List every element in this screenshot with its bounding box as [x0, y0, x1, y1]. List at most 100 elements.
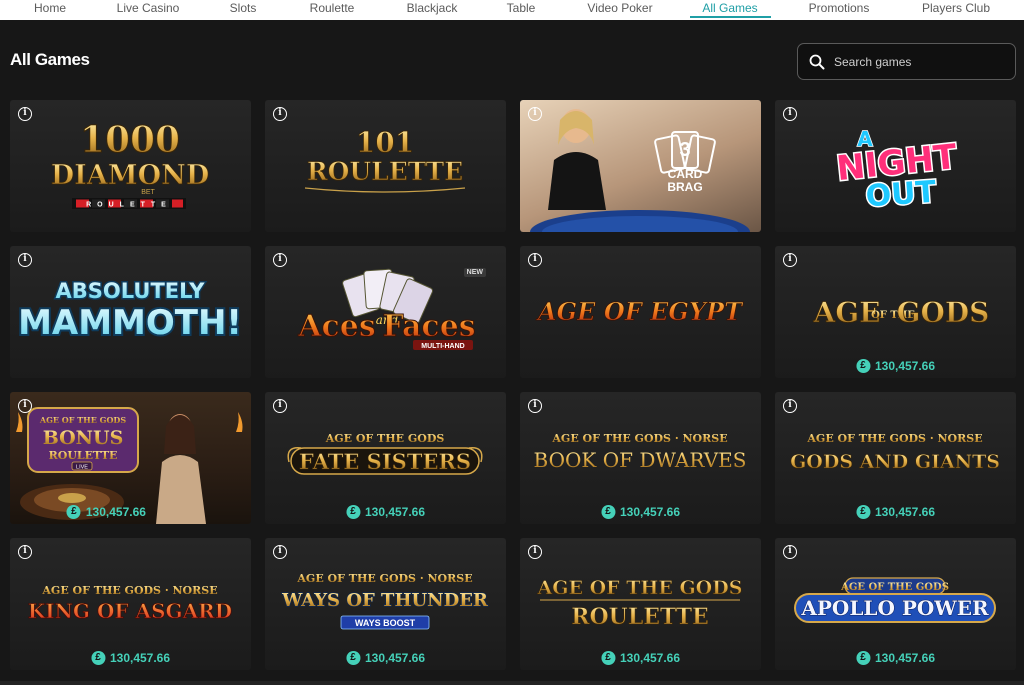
- game-tile-age-of-the-gods-bonus-roulette[interactable]: i AGE OF THE GODS BONUS ROULETTE LIVE £ …: [10, 392, 251, 524]
- jackpot-value: 130,457.66: [619, 651, 681, 665]
- game-tile-absolutely-mammoth[interactable]: i ABSOLUTELY MAMMOTH!: [10, 246, 251, 378]
- pound-coin-icon: £: [345, 651, 360, 665]
- info-icon[interactable]: i: [783, 253, 797, 267]
- game-tile-1000-diamond-bet-roulette[interactable]: i 1000 DIAMOND BET ROULETTE: [10, 100, 251, 232]
- logo-text: LIVE: [76, 465, 88, 471]
- new-badge: NEW: [463, 268, 486, 277]
- game-tile-age-of-the-gods[interactable]: i AGE OF THE GODS £ 130,457.66: [775, 246, 1016, 378]
- info-icon[interactable]: i: [783, 107, 797, 121]
- game-tile-gods-and-giants[interactable]: i AGE OF THE GODS · NORSE GODS AND GIANT…: [775, 392, 1016, 524]
- nav-item-table[interactable]: Table: [507, 0, 536, 18]
- logo-text: AGE OF THE GODS: [325, 432, 445, 445]
- game-tile-king-of-asgard[interactable]: i AGE OF THE GODS · NORSE KING OF ASGARD…: [10, 538, 251, 670]
- logo-text: Aces: [297, 309, 376, 344]
- logo-text: AGE OF THE GODS · NORSE: [551, 432, 727, 445]
- logo-text: BRAG: [667, 180, 702, 194]
- torch-flame-icon: [236, 412, 243, 432]
- game-tile-book-of-dwarves[interactable]: i AGE OF THE GODS · NORSE BOOK OF DWARVE…: [520, 392, 761, 524]
- game-tile-age-of-the-gods-roulette[interactable]: i AGE OF THE GODS ROULETTE £ 130,457.66: [520, 538, 761, 670]
- game-tile-3-card-brag[interactable]: i 3 CARD BRAG: [520, 100, 761, 232]
- logo-text: APOLLO POWER: [800, 596, 989, 620]
- jackpot-amount: £ 130,457.66: [855, 651, 936, 665]
- game-tile-a-night-out[interactable]: i A NIGHT OUT: [775, 100, 1016, 232]
- pound-coin-icon: £: [600, 505, 615, 519]
- pound-coin-icon: £: [855, 359, 870, 373]
- jackpot-amount: £ 130,457.66: [90, 651, 171, 665]
- next-row-edge: [0, 681, 1024, 685]
- nav-item-roulette[interactable]: Roulette: [310, 0, 355, 18]
- logo-text: AGE OF THE GODS: [537, 577, 743, 599]
- info-icon[interactable]: i: [528, 545, 542, 559]
- nav-item-blackjack[interactable]: Blackjack: [407, 0, 458, 18]
- nav-item-video-poker[interactable]: Video Poker: [587, 0, 652, 18]
- info-icon[interactable]: i: [18, 253, 32, 267]
- logo-text: GODS AND GIANTS: [790, 451, 1000, 473]
- game-tile-ways-of-thunder[interactable]: i AGE OF THE GODS · NORSE WAYS OF THUNDE…: [265, 538, 506, 670]
- nav-item-promotions[interactable]: Promotions: [809, 0, 870, 18]
- nav-item-slots[interactable]: Slots: [230, 0, 257, 18]
- logo-text: AGE OF EGYPT: [536, 297, 744, 326]
- active-tab-indicator: [690, 16, 771, 18]
- logo-text: 1000: [80, 119, 180, 161]
- jackpot-amount: £ 130,457.66: [66, 505, 146, 519]
- top-nav: Home Live Casino Slots Roulette Blackjac…: [0, 0, 1024, 20]
- logo-text: AGE OF THE GODS · NORSE: [296, 572, 472, 585]
- jackpot-value: 130,457.66: [874, 505, 936, 519]
- jackpot-value: 130,457.66: [364, 651, 426, 665]
- search-box[interactable]: [797, 43, 1016, 80]
- info-icon[interactable]: i: [273, 107, 287, 121]
- dealer-dress: [548, 152, 606, 210]
- nav-item-home[interactable]: Home: [34, 0, 66, 18]
- logo-text: WAYS BOOST: [355, 618, 416, 628]
- jackpot-amount: £ 130,457.66: [600, 505, 680, 519]
- info-icon[interactable]: i: [18, 107, 32, 121]
- game-tile-apollo-power[interactable]: i AGE OF THE GODS APOLLO POWER £ 130,457…: [775, 538, 1016, 670]
- page-title: All Games: [10, 50, 90, 69]
- info-icon[interactable]: i: [273, 253, 287, 267]
- logo-text: AGE OF THE GODS · NORSE: [41, 584, 217, 597]
- logo-text: ROULETTE: [571, 604, 709, 630]
- logo-text: FATE SISTERS: [299, 449, 471, 474]
- jackpot-value: 130,457.66: [85, 505, 146, 519]
- nav-item-players-club[interactable]: Players Club: [922, 0, 990, 18]
- search-icon: [809, 54, 825, 70]
- info-icon[interactable]: i: [783, 545, 797, 559]
- games-grid: i 1000 DIAMOND BET ROULETTE i 101 ROULET…: [10, 100, 1016, 670]
- game-logo: Aces and Faces MULTI-HAND: [297, 268, 476, 350]
- jackpot-amount: £ 130,457.66: [855, 505, 936, 519]
- jackpot-value: 130,457.66: [109, 651, 171, 665]
- logo-text: DIAMOND: [51, 160, 210, 191]
- game-tile-101-roulette[interactable]: i 101 ROULETTE: [265, 100, 506, 232]
- info-icon[interactable]: i: [783, 399, 797, 413]
- logo-text: WAYS OF THUNDER: [281, 590, 489, 611]
- search-input[interactable]: [834, 52, 1004, 72]
- game-logo: ABSOLUTELY MAMMOTH!: [16, 278, 244, 346]
- info-icon[interactable]: i: [528, 253, 542, 267]
- info-icon[interactable]: i: [273, 399, 287, 413]
- logo-text: BOOK OF DWARVES: [534, 448, 747, 472]
- jackpot-amount: £ 130,457.66: [345, 505, 425, 519]
- game-art: 3 CARD BRAG: [530, 109, 750, 232]
- game-tile-age-of-the-gods-fate-sisters[interactable]: i AGE OF THE GODS FATE SISTERS £ 130,457…: [265, 392, 506, 524]
- info-icon[interactable]: i: [273, 545, 287, 559]
- game-logo: AGE OF EGYPT: [536, 297, 745, 327]
- info-icon[interactable]: i: [528, 107, 542, 121]
- info-icon[interactable]: i: [18, 545, 32, 559]
- logo-text: ROULETTE: [307, 157, 463, 186]
- game-tile-aces-and-faces[interactable]: i NEW Aces and Faces MULTI-HAND: [265, 246, 506, 378]
- logo-text: CARD: [668, 167, 703, 181]
- pound-coin-icon: £: [855, 505, 870, 519]
- info-icon[interactable]: i: [18, 399, 32, 413]
- logo-text: ABSOLUTELY: [56, 279, 206, 303]
- logo-text: AGE OF THE GODS: [39, 415, 126, 425]
- jackpot-amount: £ 130,457.66: [345, 651, 426, 665]
- pound-coin-icon: £: [66, 505, 81, 519]
- nav-item-live-casino[interactable]: Live Casino: [117, 0, 180, 18]
- pound-coin-icon: £: [345, 505, 360, 519]
- logo-text: MULTI-HAND: [421, 343, 464, 350]
- jackpot-value: 130,457.66: [874, 651, 936, 665]
- info-icon[interactable]: i: [528, 399, 542, 413]
- game-tile-age-of-egypt[interactable]: i AGE OF EGYPT: [520, 246, 761, 378]
- dealer-hair: [164, 415, 196, 454]
- logo-text: AGE OF THE GODS · NORSE: [806, 432, 982, 445]
